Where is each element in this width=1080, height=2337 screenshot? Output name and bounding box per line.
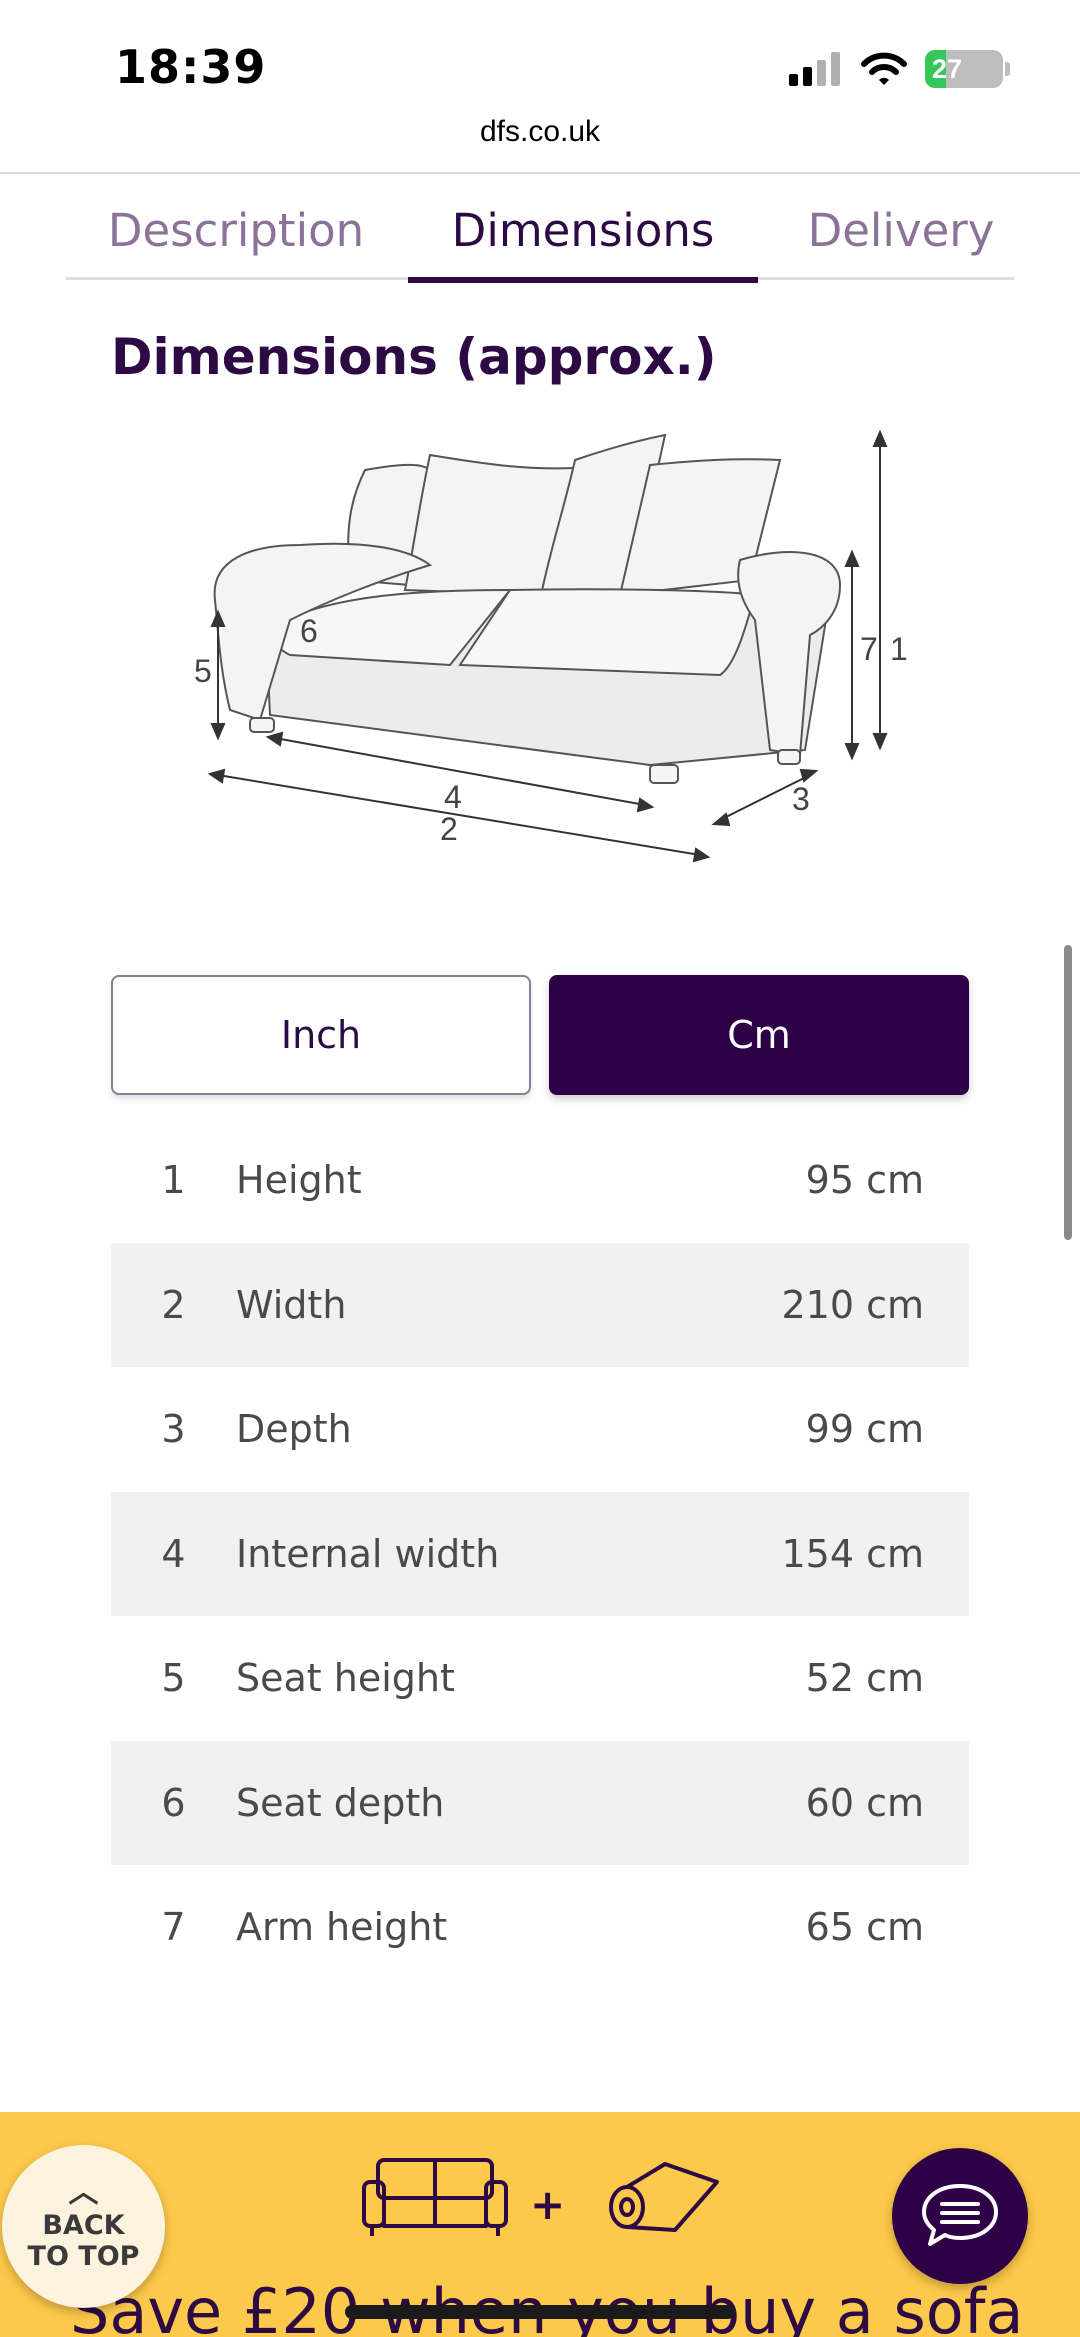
status-bar: 18:39 27	[0, 0, 1080, 120]
sofa-foot	[249, 717, 275, 733]
tab-delivery[interactable]: Delivery	[788, 180, 1014, 280]
section-title: Dimensions (approx.)	[111, 328, 717, 386]
row-number: 3	[161, 1407, 186, 1452]
page-scrollbar[interactable]	[1064, 945, 1072, 1240]
home-indicator	[345, 2305, 735, 2319]
url-divider	[0, 172, 1080, 174]
status-icons: 27	[789, 50, 1010, 88]
row-label: Seat height	[236, 1656, 455, 1701]
inch-button[interactable]: Inch	[111, 975, 531, 1095]
table-row: 1 Height 95 cm	[111, 1118, 969, 1243]
unit-toggle: Inch Cm	[111, 975, 969, 1095]
battery-indicator: 27	[925, 50, 1010, 88]
seat-cushion	[458, 588, 757, 677]
diagram-marker-7: 7	[860, 631, 878, 667]
row-number: 4	[161, 1531, 186, 1576]
table-row: 6 Seat depth 60 cm	[111, 1740, 969, 1865]
row-value: 60 cm	[805, 1780, 924, 1825]
wifi-icon	[861, 52, 907, 85]
chevron-up-icon: ︿	[68, 2175, 99, 2211]
sofa-foot	[649, 764, 679, 784]
row-number: 6	[161, 1780, 186, 1825]
url-bar[interactable]: dfs.co.uk	[0, 115, 1080, 149]
row-value: 95 cm	[805, 1158, 924, 1203]
row-label: Arm height	[236, 1905, 448, 1950]
table-row: 5 Seat height 52 cm	[111, 1616, 969, 1741]
cm-button[interactable]: Cm	[549, 975, 969, 1095]
table-row: 2 Width 210 cm	[111, 1242, 969, 1367]
table-row: 4 Internal width 154 cm	[111, 1491, 969, 1616]
back-to-top-line2: TO TOP	[27, 2240, 140, 2272]
back-to-top-line1: BACK	[42, 2210, 125, 2242]
chat-bubble-icon	[922, 2184, 998, 2246]
tab-dimensions[interactable]: Dimensions	[408, 180, 758, 283]
row-number: 1	[161, 1158, 186, 1203]
tab-description[interactable]: Description	[66, 180, 406, 280]
row-value: 154 cm	[781, 1531, 924, 1576]
dimensions-table: 1 Height 95 cm 2 Width 210 cm 3 Depth 99…	[111, 1118, 969, 1990]
diagram-marker-6: 6	[300, 613, 318, 649]
battery-icon: 27	[925, 50, 1003, 88]
row-number: 5	[161, 1656, 186, 1701]
product-tabs: Description Dimensions Delivery	[66, 180, 1014, 283]
diagram-marker-2: 2	[440, 811, 458, 847]
row-label: Width	[236, 1282, 347, 1327]
battery-cap	[1005, 62, 1010, 76]
row-value: 210 cm	[781, 1282, 924, 1327]
diagram-marker-1: 1	[890, 631, 908, 667]
row-label: Seat depth	[236, 1780, 445, 1825]
table-row: 3 Depth 99 cm	[111, 1367, 969, 1492]
row-number: 2	[161, 1282, 186, 1327]
row-value: 99 cm	[805, 1407, 924, 1452]
diagram-marker-3: 3	[792, 781, 810, 817]
sofa-dimensions-diagram: 1 2 3 4 5 6 7	[194, 429, 908, 863]
diagram-marker-4: 4	[444, 779, 462, 815]
row-value: 52 cm	[805, 1656, 924, 1701]
chat-button[interactable]	[892, 2148, 1028, 2284]
sofa-icon	[362, 2158, 508, 2236]
row-label: Internal width	[236, 1531, 500, 1576]
row-label: Height	[236, 1158, 362, 1203]
promo-icons: +	[360, 2152, 740, 2272]
rug-icon	[609, 2162, 719, 2232]
row-label: Depth	[236, 1407, 352, 1452]
signal-icon	[789, 52, 840, 86]
promo-plus: +	[530, 2180, 566, 2229]
row-value: 65 cm	[805, 1905, 924, 1950]
back-to-top-button[interactable]: ︿ BACK TO TOP	[2, 2145, 165, 2308]
battery-percent: 27	[932, 53, 963, 84]
table-row: 7 Arm height 65 cm	[111, 1865, 969, 1990]
status-time: 18:39	[115, 40, 267, 94]
sofa-foot	[777, 749, 801, 765]
diagram-marker-5: 5	[194, 653, 212, 689]
row-number: 7	[161, 1905, 186, 1950]
